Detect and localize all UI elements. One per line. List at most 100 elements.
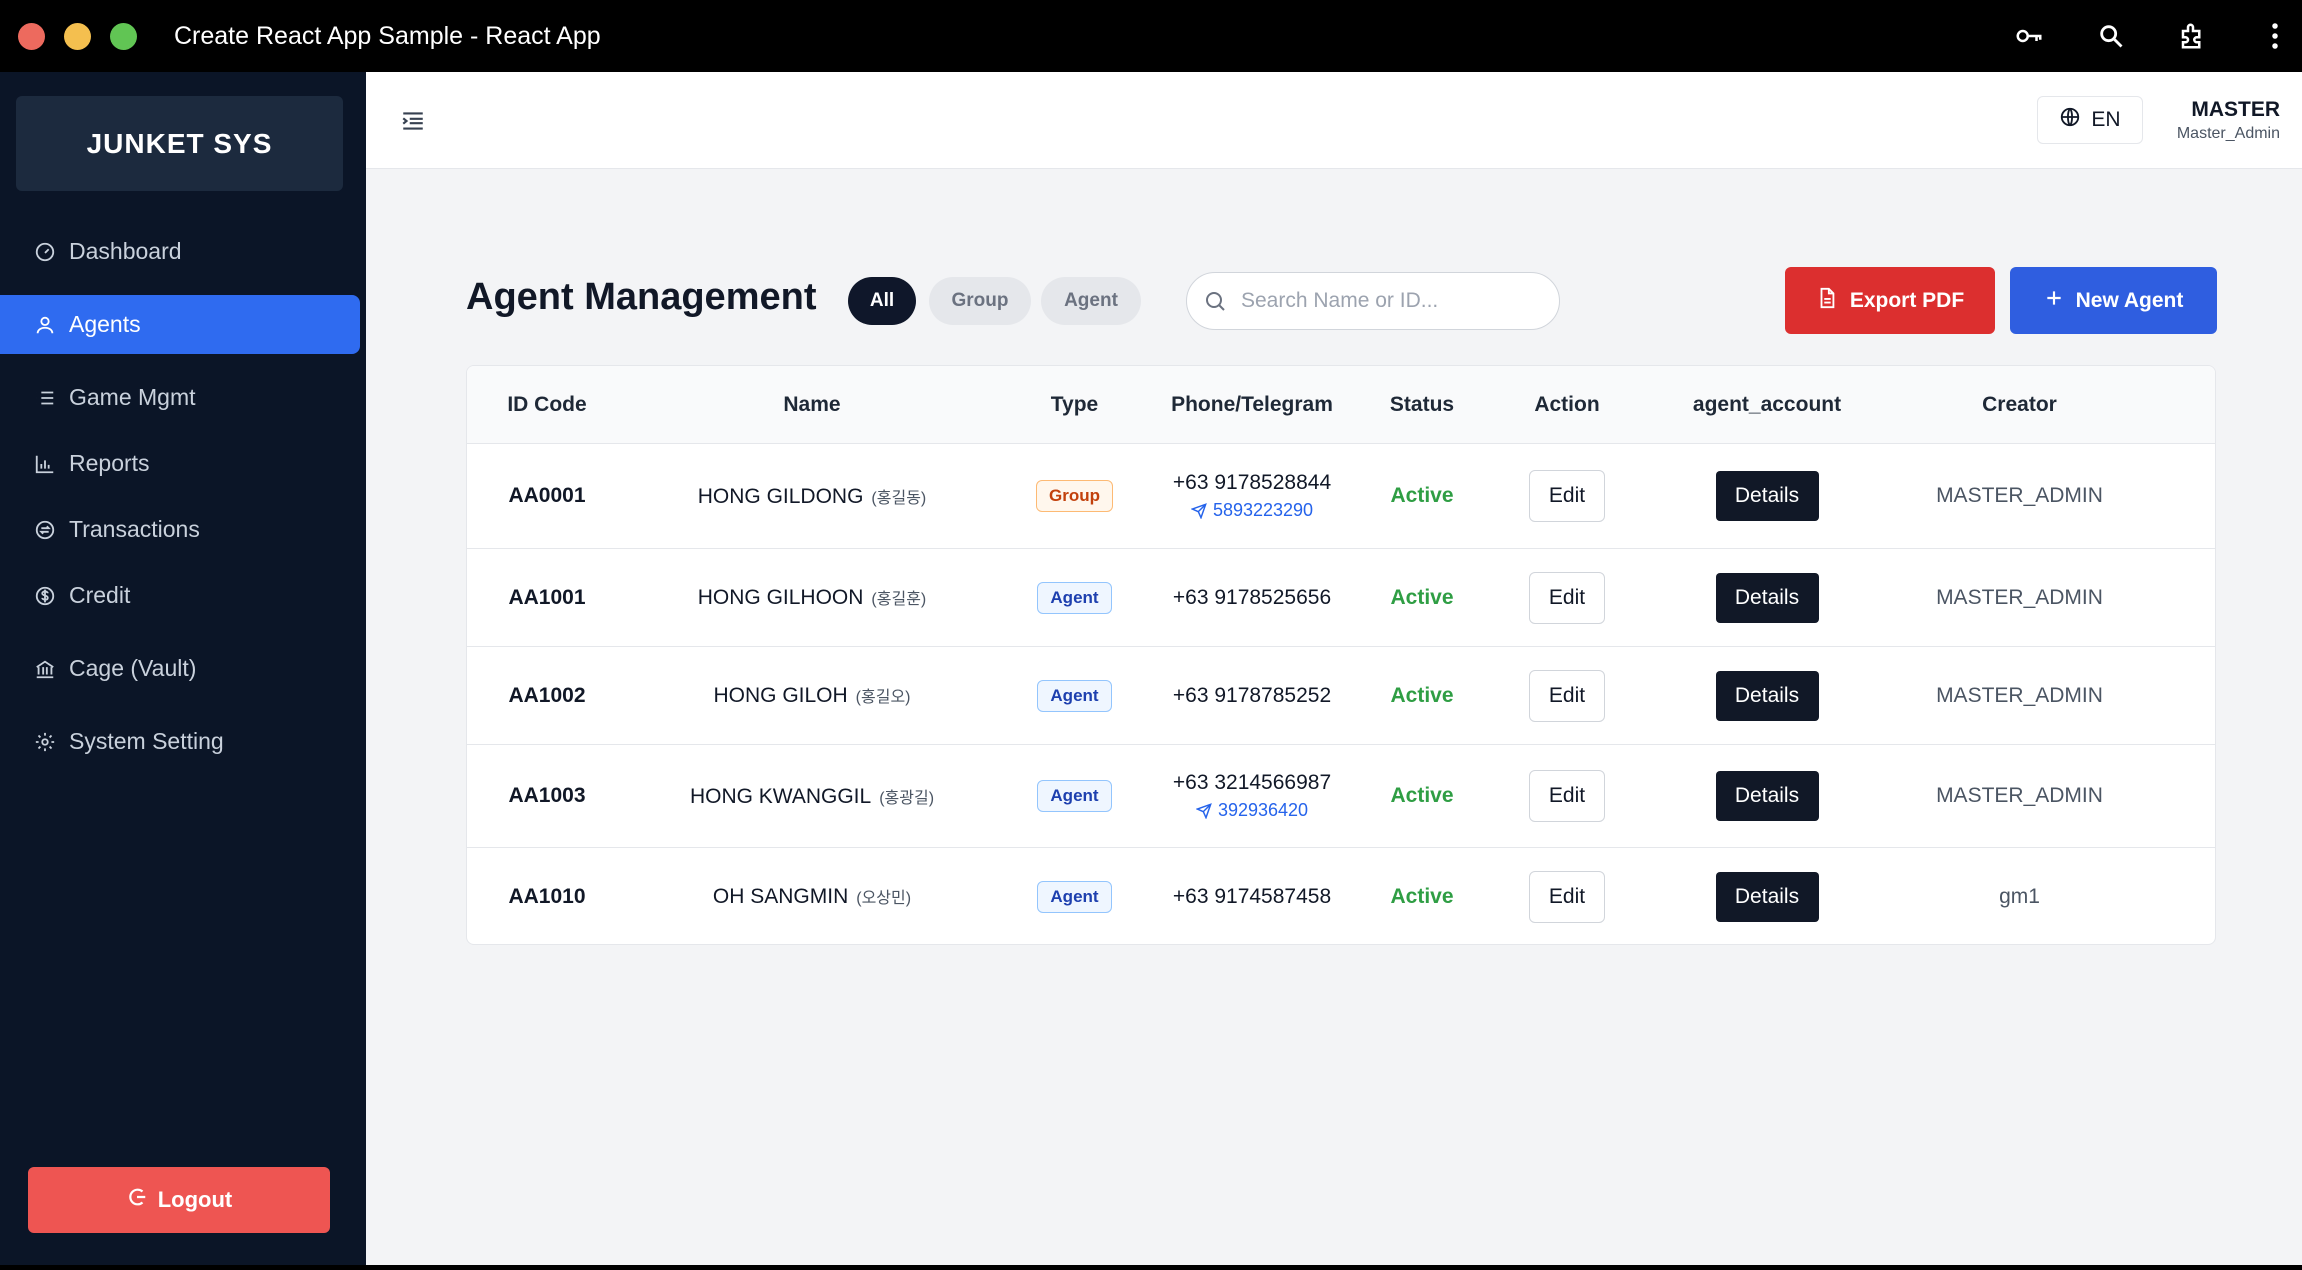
phone-cell: +63 9174587458 [1152,848,1352,944]
search-input[interactable] [1241,289,1541,313]
telegram-link[interactable]: 392936420 [1195,800,1309,821]
phone-cell: +63 3214566987 392936420 [1152,745,1352,847]
edit-button[interactable]: Edit [1529,571,1605,624]
key-icon[interactable] [2014,21,2044,51]
phone-number: +63 9178785252 [1172,683,1332,707]
column-header[interactable]: Phone/Telegram [1152,366,1352,444]
creator-cell: MASTER_ADMIN [1936,683,2103,707]
table-row: AA1010 OH SANGMIN (오상민) Agent +63 9174587… [467,848,2215,944]
export-pdf-button[interactable]: Export PDF [1785,267,1995,334]
type-badge: Agent [1037,780,1112,812]
edit-button[interactable]: Edit [1529,470,1605,522]
new-agent-button[interactable]: New Agent [2010,267,2217,334]
sidebar-item-system-setting[interactable]: System Setting [0,712,360,771]
bank-icon [33,657,57,681]
zoom-icon[interactable] [2096,21,2126,51]
details-button[interactable]: Details [1715,572,1819,623]
status-badge: Active [1390,784,1454,807]
sidebar-item-label: Credit [69,582,131,608]
extension-icon[interactable] [2178,21,2208,51]
globe-icon [2059,106,2081,134]
search-box[interactable] [1186,272,1560,330]
maximize-window-button[interactable] [110,22,137,50]
agent-name: HONG GILHOON [697,586,864,609]
plus-icon [2044,288,2064,314]
logout-button[interactable]: Logout [28,1167,330,1233]
logout-icon [126,1186,148,1214]
edit-button[interactable]: Edit [1529,870,1605,923]
minimize-window-button[interactable] [64,22,91,50]
telegram-id: 392936420 [1217,800,1309,820]
action-cell: Edit [1492,647,1642,744]
table-row: AA1001 HONG GILHOON (홍길훈) Agent +63 91785… [467,549,2215,647]
filter-agent-button[interactable]: Agent [1041,277,1141,325]
table-row: AA1002 HONG GILOH (홍길오) Agent +63 9178785… [467,647,2215,745]
status-badge: Active [1390,683,1454,707]
table-row: AA1003 HONG KWANGGIL (홍광길) Agent +63 3214… [467,745,2215,848]
column-header[interactable]: Name [627,366,997,444]
sidebar-item-label: Agents [69,311,141,337]
close-window-button[interactable] [18,22,45,50]
more-vertical-icon[interactable] [2260,21,2290,51]
filter-all-button[interactable]: All [848,277,916,325]
gear-icon [33,730,57,754]
telegram-id: 5893223290 [1212,500,1314,520]
search-icon [1203,289,1227,313]
language-selector[interactable]: EN [2037,96,2143,144]
column-header[interactable]: ID Code [467,366,627,444]
phone-cell: +63 9178525656 [1152,549,1352,646]
logout-label: Logout [157,1187,233,1212]
column-header[interactable]: Creator [1892,366,2147,444]
sidebar-item-agents[interactable]: Agents [0,295,360,354]
sidebar-item-credit[interactable]: Credit [0,566,360,625]
brand-logo[interactable]: JUNKET SYS [16,96,343,191]
menu-toggle-icon[interactable] [400,108,426,134]
user-info[interactable]: MASTER Master_Admin [2177,98,2280,143]
page-title: Agent Management [466,276,817,318]
sidebar-item-game-mgmt[interactable]: Game Mgmt [0,368,360,427]
id-cell: AA1002 [508,683,586,707]
column-header[interactable]: Status [1352,366,1492,444]
name-cell: OH SANGMIN (오상민) [627,848,997,944]
type-badge: Agent [1037,880,1112,913]
sidebar-item-label: Cage (Vault) [69,655,197,681]
status-badge: Active [1390,585,1454,609]
id-cell: AA1001 [508,585,586,609]
phone-cell: +63 9178785252 [1152,647,1352,744]
phone-cell: +63 9178528844 5893223290 [1152,444,1352,548]
status-badge: Active [1390,484,1454,507]
telegram-icon [1190,502,1207,519]
sidebar-item-label: System Setting [69,728,224,754]
creator-cell: MASTER_ADMIN [1936,585,2103,609]
column-header: agent_account [1692,393,1842,416]
filter-group-button[interactable]: Group [929,277,1031,325]
agent-name: HONG KWANGGIL [689,784,872,808]
column-header[interactable]: Type [997,366,1152,444]
phone-number: +63 3214566987 [1172,771,1332,794]
agents-table: ID Code Name Type Phone/Telegram Status … [466,365,2216,945]
sidebar-item-dashboard[interactable]: Dashboard [0,222,360,281]
id-cell: AA0001 [508,484,586,507]
sidebar-item-cage-vault[interactable]: Cage (Vault) [0,639,360,698]
list-icon [33,386,57,410]
type-badge: Agent [1037,679,1112,712]
sidebar-item-transactions[interactable]: Transactions [0,500,360,559]
agent-korean-name: (홍길동) [871,489,927,507]
phone-number: +63 9174587458 [1172,884,1332,908]
edit-button[interactable]: Edit [1529,770,1605,822]
edit-button[interactable]: Edit [1529,669,1605,722]
agent-name: HONG GILDONG [697,484,864,508]
details-button[interactable]: Details [1715,871,1819,922]
details-button[interactable]: Details [1715,670,1819,721]
details-button[interactable]: Details [1715,471,1819,521]
sidebar-item-reports[interactable]: Reports [0,434,360,493]
details-button[interactable]: Details [1715,771,1819,821]
name-cell: HONG GILDONG (홍길동) [627,444,997,548]
new-agent-label: New Agent [2075,288,2184,312]
telegram-link[interactable]: 5893223290 [1190,500,1314,521]
agent-korean-name: (홍길오) [855,689,911,706]
id-cell: AA1003 [508,784,586,807]
document-icon [1816,287,1838,315]
agent-korean-name: (홍광길) [879,789,935,807]
bar-chart-icon [33,452,57,476]
